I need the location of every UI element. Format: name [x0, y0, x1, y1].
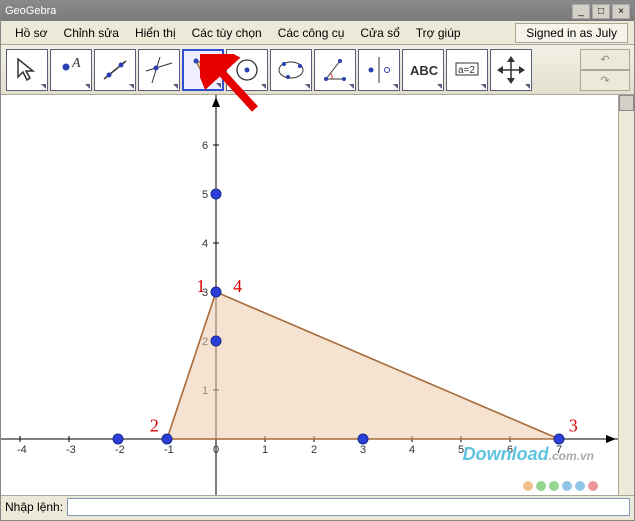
dropdown-icon — [305, 84, 310, 89]
svg-text:-2: -2 — [115, 444, 125, 456]
menu-tools[interactable]: Các công cụ — [270, 24, 353, 42]
undo-redo-group: ↶ ↷ — [580, 49, 630, 91]
svg-text:-4: -4 — [17, 444, 27, 456]
svg-text:7: 7 — [556, 444, 562, 456]
minimize-button[interactable]: _ — [572, 4, 590, 19]
svg-text:2: 2 — [311, 444, 317, 456]
tool-reflect[interactable] — [358, 49, 400, 91]
tool-move-view[interactable] — [490, 49, 532, 91]
tool-slider[interactable]: a=2 — [446, 49, 488, 91]
svg-text:-3: -3 — [66, 444, 76, 456]
svg-text:4: 4 — [202, 238, 208, 250]
dropdown-icon — [85, 84, 90, 89]
tool-conic[interactable] — [270, 49, 312, 91]
graph-canvas[interactable]: -4-3-2-1012345671234561234 — [1, 95, 618, 495]
input-bar: Nhập lệnh: — [1, 495, 634, 518]
dropdown-icon — [173, 84, 178, 89]
dropdown-icon — [525, 84, 530, 89]
tool-text[interactable]: ABC — [402, 49, 444, 91]
app-title: GeoGebra — [5, 5, 56, 17]
svg-text:0: 0 — [213, 444, 219, 456]
menu-file[interactable]: Hồ sơ — [7, 24, 56, 42]
svg-text:1: 1 — [262, 444, 268, 456]
tool-polygon[interactable] — [182, 49, 224, 91]
svg-text:3: 3 — [360, 444, 366, 456]
dropdown-icon — [481, 84, 486, 89]
vertical-scrollbar[interactable] — [618, 95, 634, 495]
svg-text:A: A — [71, 56, 81, 71]
dropdown-icon — [261, 84, 266, 89]
maximize-button[interactable]: □ — [592, 4, 610, 19]
tool-line[interactable] — [94, 49, 136, 91]
badge-dots — [523, 481, 598, 491]
signed-in-badge[interactable]: Signed in as July — [515, 23, 628, 43]
dropdown-icon — [41, 84, 46, 89]
dropdown-icon — [437, 84, 442, 89]
toolbar: A ABC a=2 — [1, 45, 634, 95]
svg-text:ABC: ABC — [410, 63, 439, 78]
menu-help[interactable]: Trợ giúp — [408, 24, 469, 42]
tool-angle[interactable] — [314, 49, 356, 91]
menu-options[interactable]: Các tùy chọn — [184, 24, 270, 42]
svg-text:1: 1 — [196, 276, 205, 296]
svg-text:6: 6 — [507, 444, 513, 456]
command-input[interactable] — [67, 498, 630, 516]
svg-text:2: 2 — [150, 416, 159, 436]
menu-view[interactable]: Hiển thị — [127, 24, 184, 42]
scroll-up-icon[interactable] — [619, 95, 634, 111]
undo-button[interactable]: ↶ — [580, 49, 630, 70]
dropdown-icon — [393, 84, 398, 89]
graphics-view[interactable]: -4-3-2-1012345671234561234 Download.com.… — [1, 95, 634, 495]
tool-cursor[interactable] — [6, 49, 48, 91]
titlebar: GeoGebra _ □ × — [1, 1, 634, 21]
menu-edit[interactable]: Chỉnh sửa — [56, 24, 127, 42]
redo-button[interactable]: ↷ — [580, 70, 630, 91]
svg-text:a=2: a=2 — [458, 65, 475, 76]
menu-window[interactable]: Cửa sổ — [352, 24, 407, 42]
svg-text:3: 3 — [569, 416, 578, 436]
svg-text:4: 4 — [409, 444, 415, 456]
menubar: Hồ sơ Chỉnh sửa Hiển thị Các tùy chọn Cá… — [1, 21, 634, 45]
tool-circle[interactable] — [226, 49, 268, 91]
dropdown-icon — [129, 84, 134, 89]
input-label: Nhập lệnh: — [5, 500, 63, 514]
svg-text:5: 5 — [458, 444, 464, 456]
svg-text:-1: -1 — [164, 444, 174, 456]
dropdown-icon — [216, 83, 221, 88]
tool-perpendicular[interactable] — [138, 49, 180, 91]
svg-text:4: 4 — [233, 276, 242, 296]
dropdown-icon — [349, 84, 354, 89]
svg-text:5: 5 — [202, 189, 208, 201]
svg-text:6: 6 — [202, 140, 208, 152]
close-button[interactable]: × — [612, 4, 630, 19]
tool-new-point[interactable]: A — [50, 49, 92, 91]
